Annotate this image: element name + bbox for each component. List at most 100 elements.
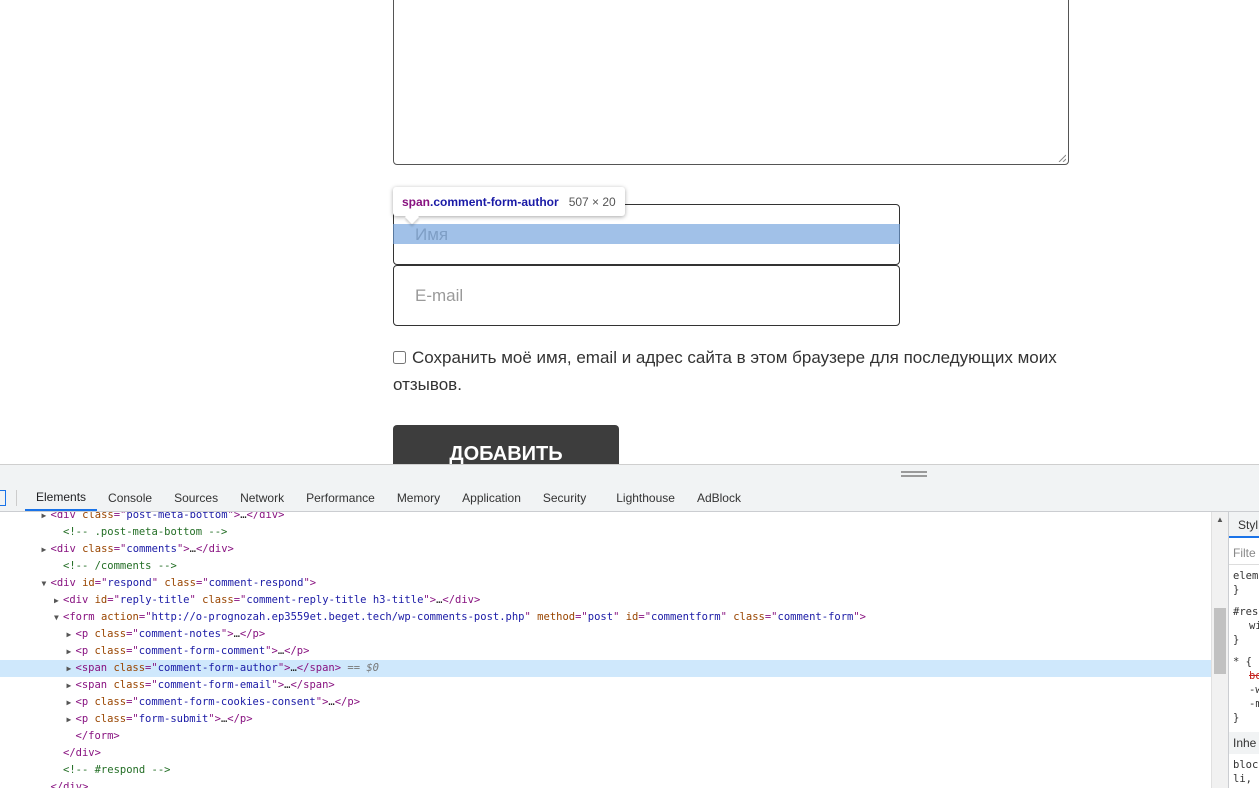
dom-token: =" — [233, 594, 247, 606]
expand-right-icon[interactable]: ▶ — [42, 512, 51, 524]
expand-down-icon[interactable]: ▼ — [42, 575, 51, 592]
dom-node[interactable]: ▼ <form action="http://o-prognozah.ep3559… — [0, 609, 1211, 626]
dom-token: "> — [176, 543, 190, 555]
tab-memory[interactable]: Memory — [386, 485, 451, 511]
dom-token: action — [100, 611, 139, 623]
dom-token: <div — [50, 512, 83, 521]
scroll-up-icon[interactable]: ▲ — [1216, 515, 1224, 524]
dom-node[interactable]: ▶ <div id="reply-title" class="comment-re… — [0, 592, 1211, 609]
dom-token: "> — [227, 512, 241, 521]
dom-token: id — [625, 611, 639, 623]
dom-token: </div> — [195, 543, 234, 555]
dom-token: comment-form-author — [157, 662, 278, 674]
dom-token: =" — [145, 662, 158, 674]
dom-token: "> — [277, 662, 291, 674]
dom-node[interactable]: ▶ <p class="form-submit">…</p> — [0, 711, 1211, 728]
email-input[interactable] — [394, 266, 899, 325]
dom-token: </div> — [246, 512, 285, 521]
expand-right-icon[interactable]: ▶ — [54, 592, 63, 609]
expand-right-icon[interactable]: ▶ — [67, 643, 76, 660]
dom-token: id — [82, 577, 95, 589]
dom-node[interactable]: ▶ <p class="comment-notes">…</p> — [0, 626, 1211, 643]
tab-separator — [16, 490, 17, 506]
dom-node[interactable]: ▼ <div id="respond" class="comment-respon… — [0, 575, 1211, 592]
dom-token: comment-reply-title h3-title — [246, 594, 424, 606]
dom-token: class — [82, 512, 114, 521]
dom-node[interactable]: ▶ <p class="comment-form-comment">…</p> — [0, 643, 1211, 660]
tab-sources[interactable]: Sources — [163, 485, 229, 511]
comment-textarea[interactable] — [393, 0, 1069, 165]
tab-styles[interactable]: Styl — [1229, 512, 1259, 538]
dom-token: method — [537, 611, 576, 623]
style-line: } — [1233, 584, 1240, 596]
dom-token: " — [524, 611, 538, 623]
dom-node[interactable]: ▶ <span class="comment-form-email">…</spa… — [0, 677, 1211, 694]
styles-divider — [1229, 564, 1259, 565]
resize-grip-icon[interactable] — [1058, 154, 1066, 162]
consent-checkbox[interactable] — [393, 351, 406, 364]
dom-token: =" — [113, 543, 127, 555]
dom-token: =" — [575, 611, 588, 623]
dom-token: <!-- #respond --> — [63, 764, 171, 776]
dom-token: comment-form-cookies-consent — [138, 696, 316, 708]
drag-handle-icon[interactable] — [901, 471, 927, 477]
dom-token: http://o-prognozah.ep3559et.beget.tech/w… — [151, 611, 525, 623]
dom-node[interactable]: <!-- #respond --> — [0, 762, 1211, 779]
dom-token: </span> — [290, 679, 335, 691]
cookies-consent: Сохранить моё имя, email и адрес сайта в… — [393, 344, 1073, 398]
dom-token: comment-notes — [138, 628, 221, 640]
dom-token: " — [151, 577, 165, 589]
dom-token: =" — [138, 611, 152, 623]
dom-node[interactable]: </div> — [0, 745, 1211, 762]
tab-network[interactable]: Network — [229, 485, 295, 511]
tab-console[interactable]: Console — [97, 485, 163, 511]
styles-filter-input[interactable]: Filte — [1233, 546, 1256, 560]
inherited-header: Inhe — [1229, 732, 1259, 754]
expand-right-icon[interactable]: ▶ — [42, 541, 51, 558]
expand-right-icon[interactable]: ▶ — [67, 660, 76, 677]
dom-token: "> — [853, 611, 867, 623]
dom-token: =" — [126, 696, 139, 708]
expand-right-icon[interactable]: ▶ — [67, 677, 76, 694]
email-field[interactable] — [393, 265, 900, 326]
dom-node[interactable]: ▶ <p class="comment-form-cookies-consent"… — [0, 694, 1211, 711]
expand-right-icon[interactable]: ▶ — [67, 694, 76, 711]
dom-token: comment-form-email — [157, 679, 272, 691]
tab-performance[interactable]: Performance — [295, 485, 386, 511]
tab-adblock[interactable]: AdBlock — [686, 485, 752, 511]
dom-node[interactable]: </form> — [0, 728, 1211, 745]
dom-token: post — [587, 611, 614, 623]
dom-token: =" — [107, 594, 120, 606]
submit-button[interactable]: ДОБАВИТЬ — [393, 425, 619, 464]
tab-elements[interactable]: Elements — [25, 485, 98, 511]
expand-down-icon[interactable]: ▼ — [54, 609, 63, 626]
expand-right-icon[interactable]: ▶ — [67, 626, 76, 643]
dom-node[interactable]: ▶ <div class="comments">…</div> — [0, 541, 1211, 558]
tab-security[interactable]: Security — [532, 485, 597, 511]
dom-token: class — [94, 628, 127, 640]
devtools-resizer[interactable] — [0, 465, 1259, 485]
scroll-thumb[interactable] — [1214, 608, 1226, 674]
dom-token: "> — [220, 628, 234, 640]
dom-node[interactable]: <!-- .post-meta-bottom --> — [0, 524, 1211, 541]
dom-token: =" — [195, 577, 209, 589]
dom-token: reply-title — [119, 594, 190, 606]
selected-marker: == $0 — [347, 662, 379, 674]
dom-token: form-submit — [138, 713, 209, 725]
tab-lighthouse[interactable]: Lighthouse — [605, 485, 686, 511]
dom-token: <p — [75, 645, 95, 657]
inspect-element-icon[interactable] — [0, 490, 6, 506]
dom-node[interactable]: ▶ <div class="post-meta-bottom">…</div> — [0, 512, 1211, 524]
tab-application[interactable]: Application — [451, 485, 532, 511]
dom-node[interactable]: <!-- /comments --> — [0, 558, 1211, 575]
tooltip-tag: span — [402, 194, 431, 209]
dom-node-selected[interactable]: ▶ <span class="comment-form-author">…</sp… — [0, 660, 1211, 677]
dom-token: comment-respond — [208, 577, 304, 589]
expand-right-icon[interactable]: ▶ — [67, 711, 76, 728]
dom-token: class — [94, 696, 127, 708]
devtools-panel: Elements Console Sources Network Performance… — [0, 464, 1259, 788]
dom-token: </form> — [75, 730, 120, 742]
dom-token: =" — [126, 713, 139, 725]
dom-scrollbar[interactable]: ▲ — [1211, 512, 1228, 788]
style-line: elem — [1233, 570, 1259, 582]
